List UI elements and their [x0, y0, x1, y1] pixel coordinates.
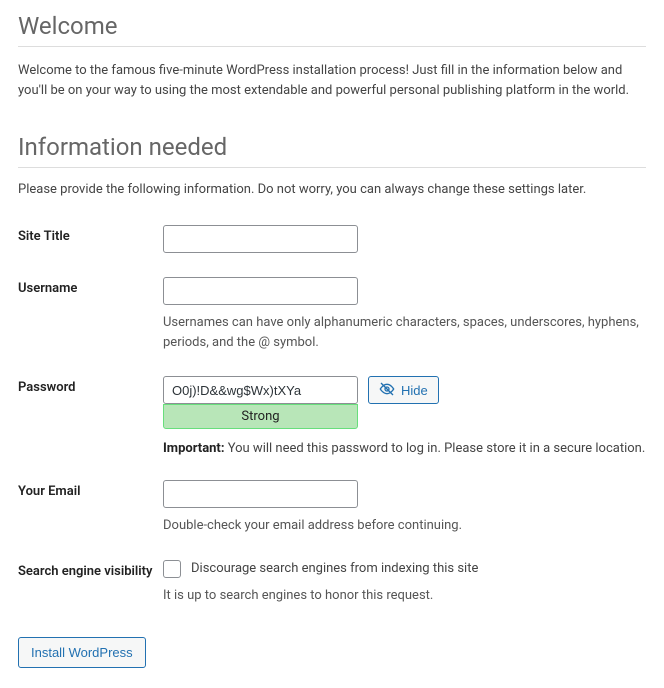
info-needed-heading: Information needed — [18, 121, 646, 168]
search-visibility-label: Search engine visibility — [18, 550, 163, 620]
site-title-label: Site Title — [18, 215, 163, 267]
welcome-intro-text: Welcome to the famous five-minute WordPr… — [18, 61, 646, 101]
important-text: You will need this password to log in. P… — [225, 441, 646, 456]
password-strength-meter: Strong — [163, 404, 358, 429]
username-input[interactable] — [163, 277, 358, 305]
hide-button-label: Hide — [401, 383, 428, 398]
username-description: Usernames can have only alphanumeric cha… — [163, 313, 646, 352]
site-title-input[interactable] — [163, 225, 358, 253]
password-important-note: Important: You will need this password t… — [163, 441, 646, 456]
search-visibility-description: It is up to search engines to honor this… — [163, 586, 646, 606]
hide-password-button[interactable]: Hide — [368, 376, 439, 404]
search-visibility-checkbox[interactable] — [163, 560, 181, 578]
email-description: Double-check your email address before c… — [163, 516, 646, 536]
important-label: Important: — [163, 441, 225, 456]
password-label: Password — [18, 366, 163, 470]
welcome-heading: Welcome — [18, 0, 646, 47]
password-input[interactable] — [163, 376, 358, 404]
info-needed-text: Please provide the following information… — [18, 182, 646, 197]
email-input[interactable] — [163, 480, 358, 508]
email-label: Your Email — [18, 470, 163, 550]
install-wordpress-button[interactable]: Install WordPress — [18, 637, 146, 668]
install-form-table: Site Title Username Usernames can have o… — [18, 215, 646, 619]
eye-slash-icon — [379, 381, 395, 400]
username-label: Username — [18, 267, 163, 366]
search-visibility-checkbox-label: Discourage search engines from indexing … — [191, 561, 478, 576]
